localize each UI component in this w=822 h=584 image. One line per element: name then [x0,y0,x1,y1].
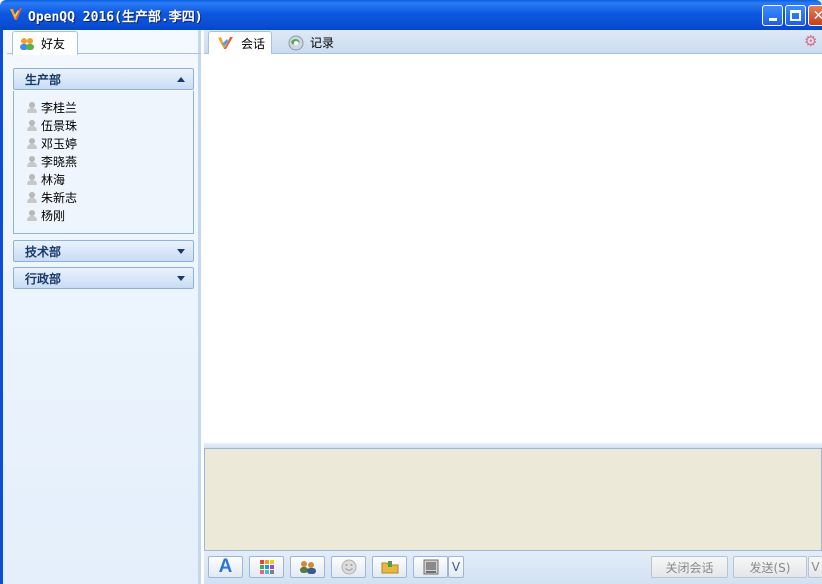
group-header-tech[interactable]: 技术部 [13,240,194,262]
contacts-tab-bar: 好友 [7,30,201,55]
contact-avatar-icon [27,209,37,221]
tab-friends[interactable]: 好友 [12,31,78,55]
settings-gear-icon[interactable]: ⚙ [804,33,820,49]
window-title: OpenQQ 2016(生产部.李四) [28,10,203,25]
contact-item[interactable]: 伍景珠 [14,116,193,134]
contact-name: 朱新志 [41,190,78,205]
expand-arrow-icon [177,275,185,281]
send-options-button[interactable]: V [808,556,822,578]
folder-icon [381,561,398,574]
contact-name: 邓玉婷 [41,136,78,151]
conversation-tab-bar: 会话 记录 ⚙ [204,30,822,54]
contact-item[interactable]: 杨刚 [14,206,193,224]
group-member-list: 李桂兰 伍景珠 邓玉婷 李晓燕 林海 朱新志 杨刚 [13,91,194,234]
group-name: 行政部 [25,271,62,286]
minimize-icon [768,18,777,21]
maximize-button[interactable] [785,5,806,26]
contacts-button[interactable] [290,556,325,578]
close-chat-button[interactable]: 关闭会话 [651,556,728,578]
contact-avatar-icon [27,173,37,185]
group-header-production[interactable]: 生产部 [13,68,194,90]
tab-friends-label: 好友 [41,37,66,51]
contact-name: 李晓燕 [41,154,78,169]
font-button[interactable]: A [208,556,243,578]
contact-item[interactable]: 李晓燕 [14,152,193,170]
message-history-area[interactable] [204,54,822,443]
contact-item[interactable]: 李桂兰 [14,98,193,116]
qq-logo-icon [10,8,22,20]
smiley-icon [341,559,356,575]
tab-history[interactable]: 记录 [280,31,350,54]
contact-name: 李桂兰 [41,100,78,115]
chat-icon [218,37,233,49]
color-button[interactable] [249,556,284,578]
tab-chat[interactable]: 会话 [208,31,272,54]
contact-avatar-icon [27,155,37,167]
minimize-button[interactable] [762,5,783,26]
tab-chat-label: 会话 [241,36,266,51]
send-button[interactable]: 发送(S) [733,556,807,578]
contact-avatar-icon [27,137,37,149]
conversation-panel: 会话 记录 ⚙ A V 关闭会话 发送(S) V [204,30,822,584]
contact-item[interactable]: 林海 [14,170,193,188]
expand-arrow-icon [177,248,185,254]
screenshot-button[interactable] [413,556,448,578]
group-users-icon [299,561,316,574]
chat-toolbar: A V 关闭会话 发送(S) V [204,551,822,584]
contact-item[interactable]: 朱新志 [14,188,193,206]
more-tools-button[interactable]: V [448,556,464,578]
message-input[interactable] [204,448,822,551]
contact-name: 杨刚 [41,208,66,223]
contact-avatar-icon [27,101,37,113]
contact-avatar-icon [27,191,37,203]
collapse-arrow-icon [177,76,185,82]
close-window-button[interactable]: ✕ [808,5,822,26]
contact-item[interactable]: 邓玉婷 [14,134,193,152]
color-grid-icon [259,560,274,574]
contact-name: 林海 [41,172,66,187]
friends-icon [20,37,34,50]
tab-history-label: 记录 [310,36,335,50]
close-icon: ✕ [812,7,822,24]
send-file-button[interactable] [372,556,407,578]
screenshot-icon [423,559,438,575]
group-name: 生产部 [25,72,62,87]
contact-name: 伍景珠 [41,118,78,133]
contacts-panel: 好友 生产部 李桂兰 伍景珠 邓玉婷 李晓燕 林海 朱新志 杨刚 技术部 行政部 [0,30,201,584]
emoji-button[interactable] [331,556,366,578]
maximize-icon [790,10,801,21]
title-bar[interactable]: OpenQQ 2016(生产部.李四) ✕ [0,0,822,30]
group-name: 技术部 [25,244,62,259]
font-icon: A [218,556,233,577]
contact-avatar-icon [27,119,37,131]
history-icon [288,35,304,50]
group-header-admin[interactable]: 行政部 [13,267,194,289]
